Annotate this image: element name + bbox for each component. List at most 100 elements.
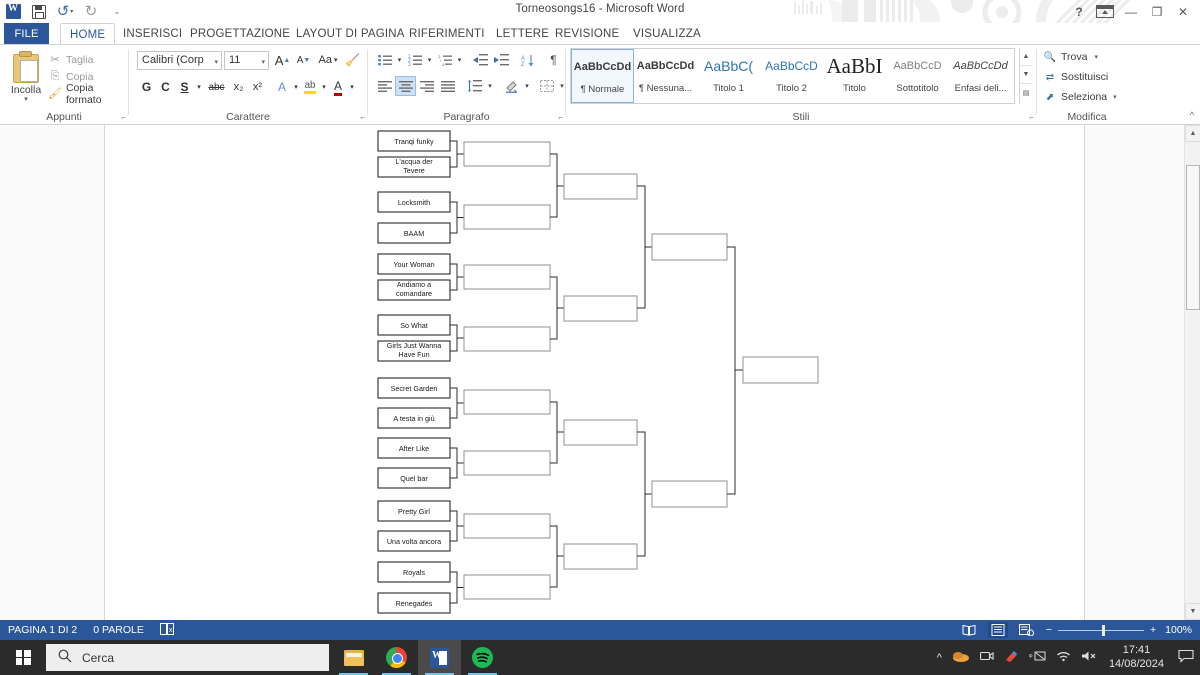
multilevel-list-icon[interactable]: 1ia [434,50,455,70]
tab-inserisci[interactable]: INSERISCI [114,23,191,45]
paste-dropdown-icon[interactable]: ▾ [5,95,47,103]
bullet-list-dropdown-icon[interactable]: ▾ [395,50,404,70]
sort-icon[interactable]: AZ [517,50,538,70]
print-layout-icon[interactable] [987,622,1008,638]
select-dropdown-icon[interactable]: ▾ [1113,93,1117,101]
numbered-list-icon[interactable]: 123 [404,50,425,70]
text-effects-button[interactable]: A [273,77,291,97]
highlight-dropdown-icon[interactable]: ▾ [319,77,329,97]
document-page[interactable]: .bx { fill:#ffffff; stroke:#2b2b2b; stro… [104,125,1085,620]
scroll-up-arrow-icon[interactable]: ▲ [1185,125,1200,142]
style-enfasi-delicata[interactable]: AaBbCcDd Enfasi deli... [949,49,1012,103]
numbered-list-dropdown-icon[interactable]: ▾ [425,50,434,70]
read-mode-icon[interactable] [959,622,979,638]
zoom-level[interactable]: 100% [1165,624,1192,636]
taskbar-file-explorer-icon[interactable] [332,640,375,675]
zoom-out-button[interactable]: − [1046,624,1052,636]
taskbar-chrome-icon[interactable] [375,640,418,675]
restore-button[interactable]: ❐ [1144,0,1170,23]
increase-indent-icon[interactable] [491,50,512,70]
taskbar-word-icon[interactable] [418,640,461,675]
tab-riferimenti[interactable]: RIFERIMENTI [400,23,494,45]
taskbar-clock[interactable]: 17:41 14/08/2024 [1109,644,1164,672]
shading-dropdown-icon[interactable]: ▾ [522,76,532,96]
underline-dropdown-icon[interactable]: ▾ [194,77,204,97]
help-icon[interactable]: ? [1066,0,1092,23]
font-name-input[interactable]: Calibri (Corp ▾ [137,51,222,70]
collapse-ribbon-icon[interactable]: ^ [1190,110,1194,120]
onedrive-icon[interactable] [952,650,970,665]
clear-formatting-icon[interactable]: 🧹 [342,50,363,70]
style-titolo-2[interactable]: AaBbCcD Titolo 2 [760,49,823,103]
shrink-font-button[interactable]: A ▼ [293,50,314,70]
bullet-list-icon[interactable] [374,50,395,70]
justify-icon[interactable] [437,76,458,96]
zoom-slider[interactable]: − + [1046,624,1156,636]
styles-more-icon[interactable]: ▤ [1020,84,1032,102]
font-color-dropdown-icon[interactable]: ▾ [347,77,357,97]
page-indicator[interactable]: PAGINA 1 DI 2 [8,624,77,636]
bold-button[interactable]: G [137,77,156,97]
align-center-icon[interactable] [395,76,416,96]
zoom-track[interactable] [1058,624,1144,636]
highlight-button[interactable]: ab [301,77,319,97]
taskbar-spotify-icon[interactable] [461,640,504,675]
multilevel-list-dropdown-icon[interactable]: ▾ [455,50,464,70]
font-name-dropdown-icon[interactable]: ▾ [214,58,218,66]
style-sottotitolo[interactable]: AaBbCcD Sottotitolo [886,49,949,103]
tab-revisione[interactable]: REVISIONE [546,23,628,45]
borders-icon[interactable] [536,76,557,96]
windows-start-icon[interactable] [0,640,46,675]
style-titolo[interactable]: AaBbI Titolo [823,49,886,103]
notification-icon[interactable] [1178,649,1194,666]
select-button[interactable]: ⬈ Seleziona ▾ [1043,91,1117,103]
close-button[interactable]: ✕ [1170,0,1196,23]
paragraph-dialog-launcher-icon[interactable]: ⌐ [558,113,563,122]
zoom-handle[interactable] [1102,624,1105,636]
shading-icon[interactable] [501,76,522,96]
scrollbar-thumb[interactable] [1186,165,1200,310]
font-size-input[interactable]: 11 ▾ [224,51,269,70]
tab-file[interactable]: FILE [4,23,49,45]
show-formatting-marks-icon[interactable]: ¶ [543,50,564,70]
styles-dialog-launcher-icon[interactable]: ⌐ [1029,113,1034,122]
font-color-button[interactable]: A [329,77,347,97]
zoom-in-button[interactable]: + [1150,624,1156,636]
line-spacing-icon[interactable] [464,76,485,96]
taskbar-search-box[interactable]: Cerca [46,644,329,671]
tab-layout-di-pagina[interactable]: LAYOUT DI PAGINA [287,23,414,45]
clipboard-dialog-launcher-icon[interactable]: ⌐ [121,113,126,122]
camera-icon[interactable] [979,650,994,665]
tab-visualizza[interactable]: VISUALIZZA [624,23,710,45]
web-layout-icon[interactable] [1017,622,1037,638]
cut-button[interactable]: ✂ Taglia [48,51,128,68]
italic-button[interactable]: C [156,77,175,97]
tab-home[interactable]: HOME [60,23,116,45]
paste-button[interactable]: Incolla ▾ [5,49,47,107]
ribbon-display-options-icon[interactable] [1092,0,1118,23]
show-hidden-icons[interactable]: ^ [937,652,942,664]
line-spacing-dropdown-icon[interactable]: ▾ [485,76,495,96]
decrease-indent-icon[interactable] [470,50,491,70]
tab-progettazione[interactable]: PROGETTAZIONE [181,23,299,45]
font-size-dropdown-icon[interactable]: ▾ [261,58,265,66]
grow-font-button[interactable]: A ▲ [272,50,293,70]
change-case-button[interactable]: Aa ▾ [314,50,342,70]
keyboard-icon[interactable]: ᵠ [1029,650,1046,665]
align-right-icon[interactable] [416,76,437,96]
volume-muted-icon[interactable] [1081,650,1099,665]
styles-scroll-down-icon[interactable]: ▼ [1020,66,1032,84]
minimize-button[interactable]: — [1118,0,1144,23]
styles-scroll-up-icon[interactable]: ▲ [1020,48,1032,66]
find-dropdown-icon[interactable]: ▾ [1094,53,1098,61]
subscript-button[interactable]: x₂ [229,77,248,97]
style-nessuna-spaziatura[interactable]: AaBbCcDd ¶ Nessuna... [634,49,697,103]
vertical-scrollbar[interactable]: ▲ ▼ [1184,125,1200,620]
replace-button[interactable]: ⇄ Sostituisci [1043,71,1108,83]
format-painter-button[interactable]: 🖌 Copia formato [48,82,128,106]
strikethrough-button[interactable]: abc [204,77,229,97]
text-effects-dropdown-icon[interactable]: ▾ [291,77,301,97]
underline-button[interactable]: S [175,77,194,97]
find-button[interactable]: 🔍 Trova ▾ [1043,51,1098,63]
align-left-icon[interactable] [374,76,395,96]
